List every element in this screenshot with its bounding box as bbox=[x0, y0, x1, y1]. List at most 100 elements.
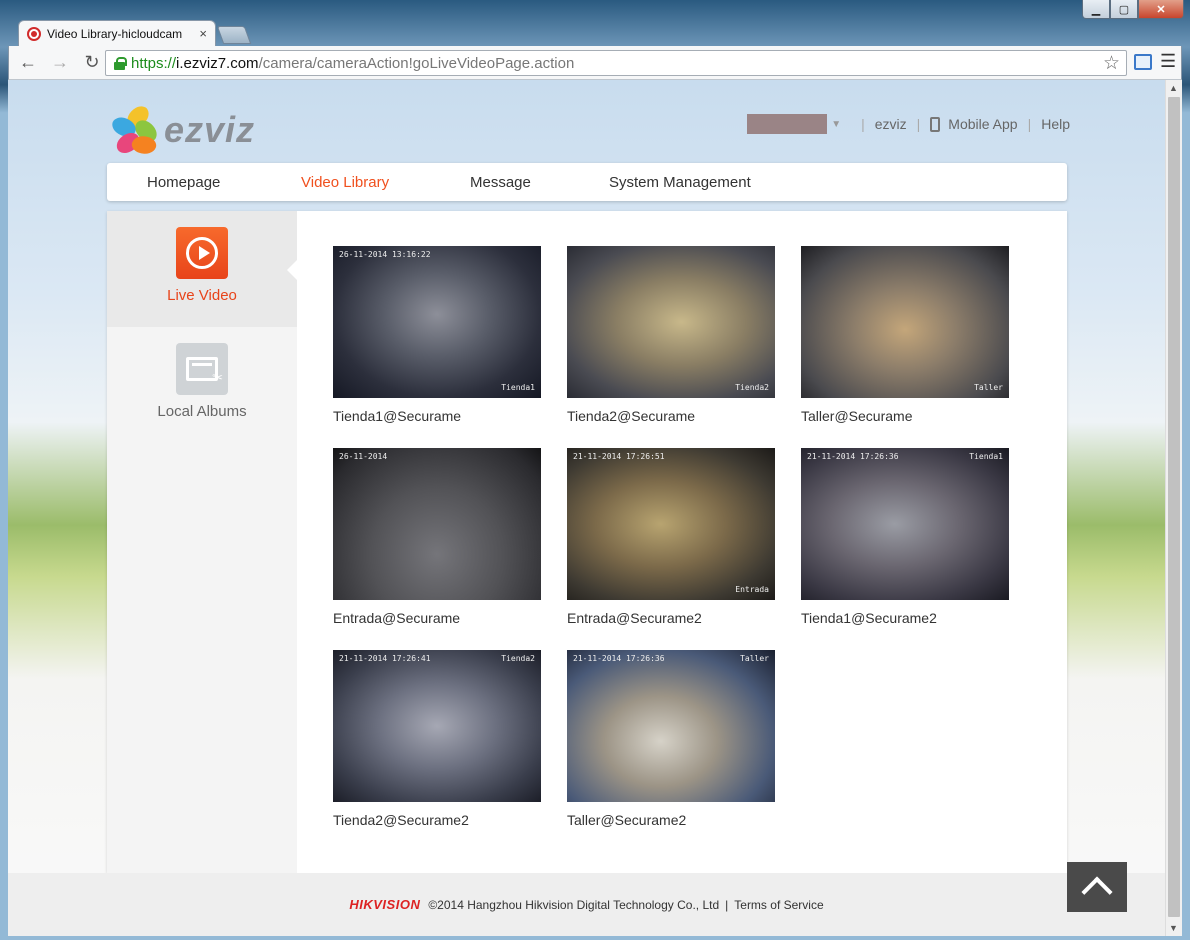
tab-close-icon[interactable]: × bbox=[199, 26, 207, 41]
camera-tag: Tienda1 bbox=[969, 452, 1003, 461]
camera-name[interactable]: Taller@Securame2 bbox=[567, 812, 775, 828]
back-icon[interactable]: ← bbox=[15, 50, 41, 76]
user-bar: ▼ | ezviz | Mobile App | Help bbox=[747, 114, 1070, 134]
ezviz-link[interactable]: ezviz bbox=[875, 116, 907, 132]
nav-system-management[interactable]: System Management bbox=[609, 174, 751, 191]
camera-card[interactable]: Taller Taller@Securame bbox=[801, 246, 1009, 424]
camera-thumbnail[interactable]: 21-11-2014 17:26:41 Tienda2 bbox=[333, 650, 541, 802]
window-controls: ▁ ▢ ✕ bbox=[1082, 0, 1184, 20]
nav-message[interactable]: Message bbox=[470, 174, 609, 191]
camera-name[interactable]: Tienda2@Securame bbox=[567, 408, 775, 424]
footer-divider: | bbox=[725, 897, 729, 912]
camera-name[interactable]: Tienda1@Securame bbox=[333, 408, 541, 424]
maximize-button[interactable]: ▢ bbox=[1110, 0, 1138, 19]
camera-timestamp: 21-11-2014 17:26:36 bbox=[573, 654, 665, 663]
camera-timestamp: 21-11-2014 17:26:41 bbox=[339, 654, 431, 663]
page-viewport: ezviz ▼ | ezviz | Mobile App | Help Home… bbox=[8, 80, 1182, 936]
camera-thumbnail[interactable]: 26-11-2014 13:16:22 Tienda1 bbox=[333, 246, 541, 398]
camera-card[interactable]: 21-11-2014 17:26:41 Tienda2 Tienda2@Secu… bbox=[333, 650, 541, 828]
camera-tag: Tienda2 bbox=[735, 383, 769, 392]
camera-thumbnail[interactable]: 21-11-2014 17:26:36 Taller bbox=[567, 650, 775, 802]
camera-timestamp: 21-11-2014 17:26:36 bbox=[807, 452, 899, 461]
minimize-button[interactable]: ▁ bbox=[1082, 0, 1110, 19]
lock-icon bbox=[114, 56, 127, 70]
page-footer: HIKVISION ©2014 Hangzhou Hikvision Digit… bbox=[8, 873, 1165, 936]
browser-toolbar: ← → ↻ https://i.ezviz7.com/camera/camera… bbox=[8, 46, 1182, 80]
favicon-icon bbox=[27, 26, 41, 41]
local-albums-icon bbox=[176, 343, 228, 395]
close-window-button[interactable]: ✕ bbox=[1138, 0, 1184, 19]
camera-thumbnail[interactable]: 26-11-2014 bbox=[333, 448, 541, 600]
chevron-up-icon bbox=[1081, 876, 1113, 908]
tab-strip: Video Library-hicloudcam × bbox=[8, 20, 1182, 46]
camera-card[interactable]: 21-11-2014 17:26:36 Taller Taller@Secura… bbox=[567, 650, 775, 828]
camera-card[interactable]: 21-11-2014 17:26:51 Entrada Entrada@Secu… bbox=[567, 448, 775, 626]
live-video-icon bbox=[176, 227, 228, 279]
chevron-down-icon[interactable]: ▼ bbox=[831, 119, 841, 130]
reload-icon[interactable]: ↻ bbox=[79, 50, 105, 76]
main-nav: Homepage Video Library Message System Ma… bbox=[107, 163, 1067, 201]
camera-card[interactable]: 26-11-2014 13:16:22 Tienda1 Tienda1@Secu… bbox=[333, 246, 541, 424]
film-scissors-icon bbox=[186, 357, 223, 386]
camera-name[interactable]: Tienda1@Securame2 bbox=[801, 610, 1009, 626]
hikvision-logo: HIKVISION bbox=[349, 897, 421, 912]
address-bar[interactable]: https://i.ezviz7.com/camera/cameraAction… bbox=[105, 50, 1127, 76]
sidebar-item-label: Local Albums bbox=[157, 403, 247, 420]
camera-thumbnail[interactable]: 21-11-2014 17:26:51 Entrada bbox=[567, 448, 775, 600]
camera-thumbnail[interactable]: 21-11-2014 17:26:36 Tienda1 bbox=[801, 448, 1009, 600]
camera-tag: Tienda1 bbox=[501, 383, 535, 392]
tab-title: Video Library-hicloudcam bbox=[47, 26, 183, 41]
url-scheme: https:// bbox=[131, 54, 177, 72]
separator: | bbox=[916, 116, 921, 132]
forward-icon[interactable]: → bbox=[47, 50, 73, 76]
vertical-scrollbar[interactable]: ▲ ▼ bbox=[1165, 80, 1182, 936]
camera-name[interactable]: Tienda2@Securame2 bbox=[333, 812, 541, 828]
scroll-down-icon[interactable]: ▼ bbox=[1169, 923, 1178, 933]
camera-name[interactable]: Entrada@Securame2 bbox=[567, 610, 775, 626]
nav-video-library[interactable]: Video Library bbox=[301, 174, 470, 191]
camera-timestamp: 26-11-2014 13:16:22 bbox=[339, 250, 431, 259]
back-to-top-button[interactable] bbox=[1067, 862, 1127, 912]
content-panel: Live Video Local Albums 26-11-2014 13:16… bbox=[107, 211, 1067, 873]
bookmark-star-icon[interactable]: ☆ bbox=[1103, 52, 1120, 75]
camera-thumbnail[interactable]: Taller bbox=[801, 246, 1009, 398]
separator: | bbox=[861, 116, 865, 132]
extension-icon[interactable] bbox=[1134, 54, 1152, 70]
camera-timestamp: 26-11-2014 bbox=[339, 452, 388, 461]
camera-card[interactable]: 21-11-2014 17:26:36 Tienda1 Tienda1@Secu… bbox=[801, 448, 1009, 626]
new-tab-button[interactable] bbox=[216, 26, 252, 44]
camera-tag: Taller bbox=[974, 383, 1003, 392]
url-path: /camera/cameraAction!goLiveVideoPage.act… bbox=[258, 54, 575, 72]
mobile-app-link[interactable]: Mobile App bbox=[948, 116, 1017, 132]
scroll-up-icon[interactable]: ▲ bbox=[1169, 83, 1178, 93]
camera-name[interactable]: Taller@Securame bbox=[801, 408, 1009, 424]
logo-text: ezviz bbox=[164, 109, 256, 150]
menu-icon[interactable]: ☰ bbox=[1160, 51, 1176, 72]
ezviz-logo-icon bbox=[109, 103, 160, 158]
camera-tag: Entrada bbox=[735, 585, 769, 594]
terms-link[interactable]: Terms of Service bbox=[734, 898, 823, 912]
scroll-thumb[interactable] bbox=[1168, 97, 1180, 917]
camera-tag: Taller bbox=[740, 654, 769, 663]
camera-name[interactable]: Entrada@Securame bbox=[333, 610, 541, 626]
active-pointer bbox=[287, 259, 298, 281]
user-name-redacted[interactable] bbox=[747, 114, 828, 134]
play-icon bbox=[186, 237, 218, 269]
camera-card[interactable]: Tienda2 Tienda2@Securame bbox=[567, 246, 775, 424]
separator: | bbox=[1027, 116, 1032, 132]
sidebar-item-label: Live Video bbox=[167, 287, 237, 304]
camera-thumbnail[interactable]: Tienda2 bbox=[567, 246, 775, 398]
camera-card[interactable]: 26-11-2014 Entrada@Securame bbox=[333, 448, 541, 626]
help-link[interactable]: Help bbox=[1041, 116, 1070, 132]
sidebar: Live Video Local Albums bbox=[107, 211, 297, 873]
browser-tab[interactable]: Video Library-hicloudcam × bbox=[18, 20, 216, 46]
sidebar-item-local-albums[interactable]: Local Albums bbox=[107, 327, 297, 443]
url-host: i.ezviz7.com bbox=[176, 54, 259, 72]
camera-timestamp: 21-11-2014 17:26:51 bbox=[573, 452, 665, 461]
ezviz-logo[interactable]: ezviz bbox=[109, 103, 256, 158]
camera-tag: Tienda2 bbox=[501, 654, 535, 663]
copyright-text: ©2014 Hangzhou Hikvision Digital Technol… bbox=[428, 897, 720, 912]
sidebar-item-live-video[interactable]: Live Video bbox=[107, 211, 297, 327]
mobile-phone-icon bbox=[930, 116, 941, 132]
nav-homepage[interactable]: Homepage bbox=[147, 174, 301, 191]
